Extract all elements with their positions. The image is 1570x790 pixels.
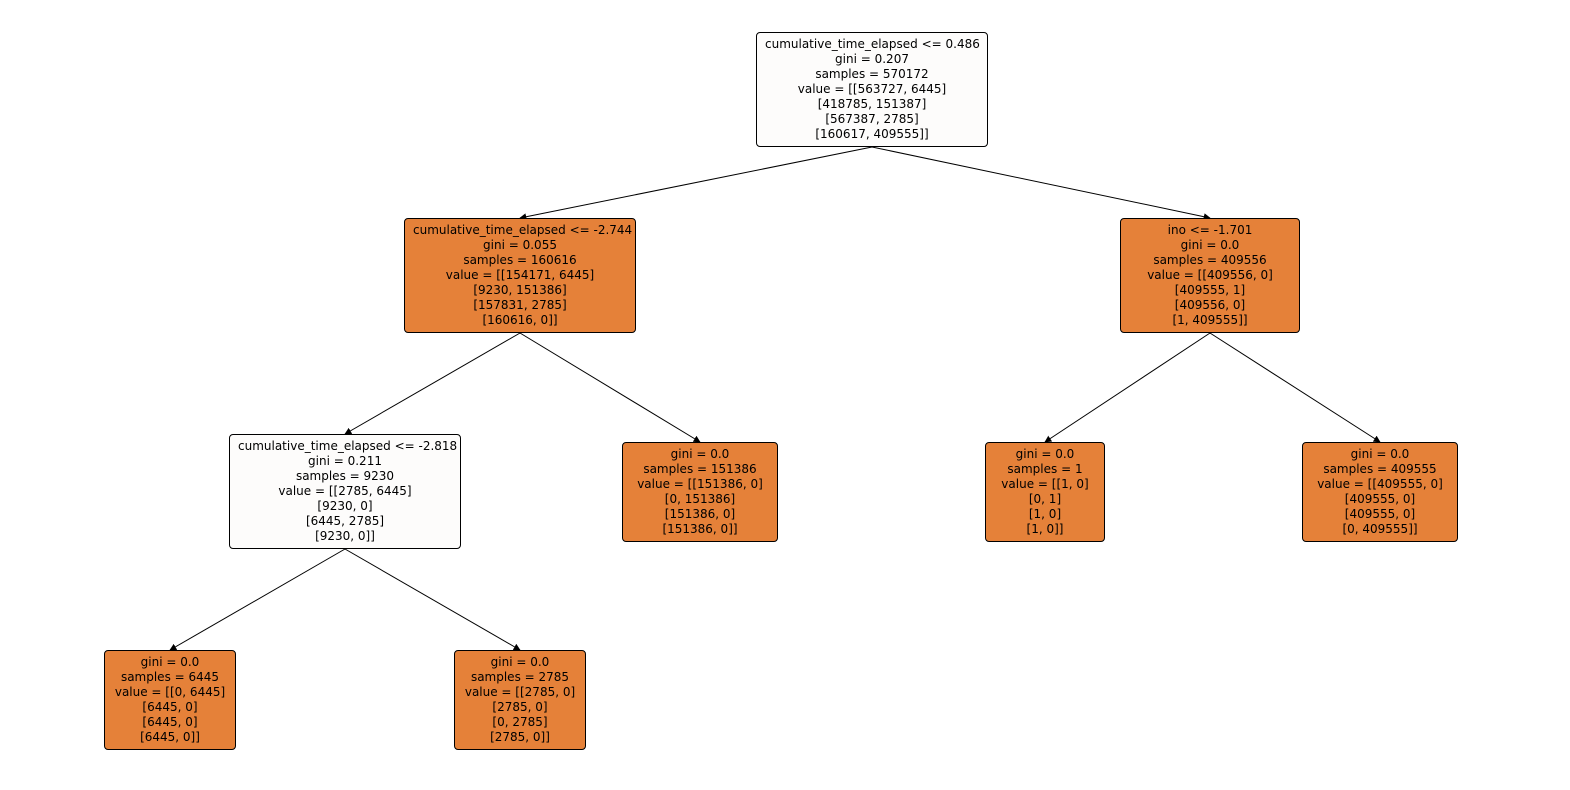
node-gini: gini = 0.0 <box>1311 447 1449 462</box>
node-value-row: [160616, 0]] <box>413 313 627 328</box>
tree-leaf: gini = 0.0 samples = 409555 value = [[40… <box>1302 442 1458 542</box>
node-value-row: [409555, 0] <box>1311 507 1449 522</box>
tree-edge <box>345 333 520 434</box>
node-value-row: [6445, 0] <box>113 700 227 715</box>
node-gini: gini = 0.207 <box>765 52 979 67</box>
node-samples: samples = 160616 <box>413 253 627 268</box>
node-value-row: [0, 1] <box>994 492 1096 507</box>
node-gini: gini = 0.211 <box>238 454 452 469</box>
node-gini: gini = 0.0 <box>994 447 1096 462</box>
node-samples: samples = 570172 <box>765 67 979 82</box>
node-gini: gini = 0.0 <box>113 655 227 670</box>
node-value-row: [0, 151386] <box>631 492 769 507</box>
node-samples: samples = 409556 <box>1129 253 1291 268</box>
node-samples: samples = 9230 <box>238 469 452 484</box>
node-value-row: value = [[151386, 0] <box>631 477 769 492</box>
tree-leaf: gini = 0.0 samples = 1 value = [[1, 0] [… <box>985 442 1105 542</box>
tree-edge <box>345 549 520 650</box>
node-value-row: value = [[0, 6445] <box>113 685 227 700</box>
node-value-row: [409556, 0] <box>1129 298 1291 313</box>
node-value-row: value = [[2785, 6445] <box>238 484 452 499</box>
node-gini: gini = 0.0 <box>1129 238 1291 253</box>
node-value-row: [151386, 0]] <box>631 522 769 537</box>
node-value-row: value = [[2785, 0] <box>463 685 577 700</box>
node-value-row: [0, 2785] <box>463 715 577 730</box>
node-value-row: [6445, 0] <box>113 715 227 730</box>
node-gini: gini = 0.0 <box>463 655 577 670</box>
node-value-row: value = [[409556, 0] <box>1129 268 1291 283</box>
node-value-row: [160617, 409555]] <box>765 127 979 142</box>
tree-edge <box>520 333 700 442</box>
node-value-row: [9230, 151386] <box>413 283 627 298</box>
node-samples: samples = 2785 <box>463 670 577 685</box>
decision-tree-canvas: cumulative_time_elapsed <= 0.486 gini = … <box>0 0 1570 790</box>
node-value-row: [1, 0]] <box>994 522 1096 537</box>
tree-node-left: cumulative_time_elapsed <= -2.744 gini =… <box>404 218 636 333</box>
node-value-row: [409555, 0] <box>1311 492 1449 507</box>
node-condition: ino <= -1.701 <box>1129 223 1291 238</box>
node-value-row: [1, 0] <box>994 507 1096 522</box>
node-value-row: [151386, 0] <box>631 507 769 522</box>
node-value-row: [418785, 151387] <box>765 97 979 112</box>
node-samples: samples = 1 <box>994 462 1096 477</box>
tree-leaf: gini = 0.0 samples = 151386 value = [[15… <box>622 442 778 542</box>
node-value-row: [2785, 0] <box>463 700 577 715</box>
tree-leaf: gini = 0.0 samples = 2785 value = [[2785… <box>454 650 586 750</box>
node-gini: gini = 0.055 <box>413 238 627 253</box>
node-samples: samples = 151386 <box>631 462 769 477</box>
node-value-row: [2785, 0]] <box>463 730 577 745</box>
tree-edge <box>872 147 1210 218</box>
node-value-row: [9230, 0] <box>238 499 452 514</box>
node-value-row: [6445, 0]] <box>113 730 227 745</box>
tree-leaf: gini = 0.0 samples = 6445 value = [[0, 6… <box>104 650 236 750</box>
node-value-row: [6445, 2785] <box>238 514 452 529</box>
tree-edge <box>520 147 872 218</box>
node-value-row: value = [[154171, 6445] <box>413 268 627 283</box>
node-value-row: [409555, 1] <box>1129 283 1291 298</box>
tree-node-left-left: cumulative_time_elapsed <= -2.818 gini =… <box>229 434 461 549</box>
tree-edge <box>1210 333 1380 442</box>
node-condition: cumulative_time_elapsed <= 0.486 <box>765 37 979 52</box>
tree-node-root: cumulative_time_elapsed <= 0.486 gini = … <box>756 32 988 147</box>
tree-edge <box>1045 333 1210 442</box>
node-value-row: value = [[409555, 0] <box>1311 477 1449 492</box>
node-samples: samples = 409555 <box>1311 462 1449 477</box>
tree-edge <box>170 549 345 650</box>
node-value-row: [9230, 0]] <box>238 529 452 544</box>
node-gini: gini = 0.0 <box>631 447 769 462</box>
node-value-row: value = [[1, 0] <box>994 477 1096 492</box>
node-condition: cumulative_time_elapsed <= -2.744 <box>413 223 627 238</box>
node-value-row: [1, 409555]] <box>1129 313 1291 328</box>
node-value-row: [157831, 2785] <box>413 298 627 313</box>
tree-node-right: ino <= -1.701 gini = 0.0 samples = 40955… <box>1120 218 1300 333</box>
node-condition: cumulative_time_elapsed <= -2.818 <box>238 439 452 454</box>
node-value-row: value = [[563727, 6445] <box>765 82 979 97</box>
node-samples: samples = 6445 <box>113 670 227 685</box>
node-value-row: [0, 409555]] <box>1311 522 1449 537</box>
node-value-row: [567387, 2785] <box>765 112 979 127</box>
